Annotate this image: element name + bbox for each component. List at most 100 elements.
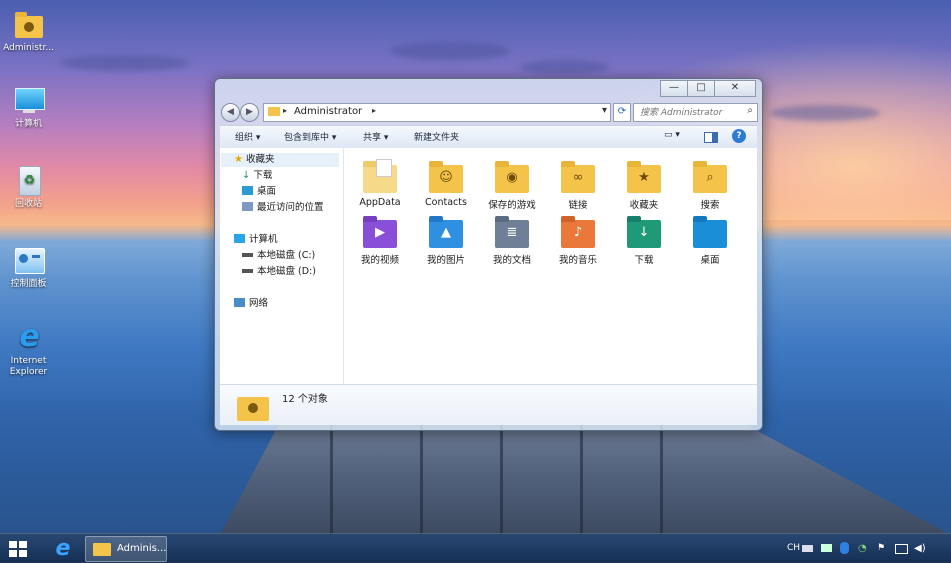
preview-pane-icon[interactable] [704, 132, 718, 143]
drive-icon [242, 269, 253, 273]
desktop-icon-control-panel[interactable]: 控制面板 [0, 246, 57, 290]
desktop-icon-computer[interactable]: 计算机 [0, 86, 57, 130]
list-item[interactable]: 桌面 [679, 216, 741, 266]
cloud [390, 42, 510, 60]
command-bar: 组织 ▾ 包含到库中 ▾ 共享 ▾ 新建文件夹 ▭ ▾ ? [220, 125, 757, 149]
nav-item-drive-d[interactable]: 本地磁盘 (D:) [242, 265, 316, 279]
breadcrumb-separator: ▸ [372, 106, 377, 115]
recent-places-icon [242, 202, 253, 211]
help-icon[interactable]: ? [732, 129, 746, 143]
new-folder-button[interactable]: 新建文件夹 [414, 130, 459, 143]
volume-icon[interactable]: ◀) [914, 543, 926, 554]
computer-icon [14, 88, 45, 110]
desktop-icon-recycle-bin[interactable]: ♻ 回收站 [0, 166, 57, 210]
main-pane: ★ 收藏夹 ↓ 下载 桌面 最近访问的位置 计算机 本地磁盘 (C:) 本地磁盘 (… [220, 148, 757, 384]
taskbar-item-label: Adminis... [117, 543, 167, 554]
list-item[interactable]: ≣ 我的文档 [481, 216, 543, 266]
address-row: ◀ ▶ ▸ Administrator ▸ ▾ ⟳ ⌕ [221, 102, 758, 122]
cloud [520, 60, 610, 74]
list-item[interactable]: ◉ 保存的游戏 [481, 161, 543, 211]
breadcrumb-administrator[interactable]: Administrator [294, 106, 362, 117]
organize-button[interactable]: 组织 ▾ [235, 130, 260, 143]
list-item[interactable]: ∞ 链接 [547, 161, 609, 211]
contacts-folder-icon: ☺ [429, 161, 463, 193]
desktop-icon-label: 控制面板 [10, 279, 47, 289]
close-button[interactable]: ✕ [714, 80, 756, 97]
search-icon[interactable]: ⌕ [747, 105, 753, 116]
nav-item-label: 网络 [249, 298, 269, 309]
favorites-folder-icon: ★ [627, 161, 661, 193]
pictures-folder-icon: ▲ [429, 216, 463, 248]
pier-plank-line [420, 425, 423, 535]
folder-icon [93, 543, 111, 556]
internet-explorer-icon: e [19, 319, 40, 354]
pier-plank-line [660, 425, 663, 535]
address-bar[interactable]: ▸ Administrator ▸ ▾ [263, 103, 611, 122]
start-button[interactable] [9, 541, 27, 557]
item-label: 我的视频 [360, 255, 399, 266]
nav-item-label: 桌面 [257, 186, 277, 197]
network-tray-icon[interactable]: ◔ [858, 543, 867, 554]
refresh-icon[interactable]: ⟳ [613, 103, 631, 122]
saved-games-folder-icon: ◉ [495, 161, 529, 193]
user-folder-icon [237, 397, 269, 421]
cloud [60, 55, 190, 71]
searches-folder-icon: ⌕ [693, 161, 727, 193]
display-icon[interactable] [895, 544, 908, 554]
minimize-button[interactable]: — [660, 80, 688, 97]
forward-button[interactable]: ▶ [240, 103, 259, 122]
nav-item-downloads[interactable]: ↓ 下载 [242, 169, 272, 183]
download-icon: ↓ [242, 170, 251, 181]
keyboard-icon[interactable] [802, 545, 813, 552]
taskbar-item-explorer[interactable]: Adminis... [85, 536, 167, 562]
nav-item-desktop[interactable]: 桌面 [242, 185, 276, 199]
address-dropdown-icon[interactable]: ▾ [602, 105, 607, 116]
nav-item-computer[interactable]: 计算机 [234, 233, 278, 247]
desktop-icon [242, 186, 253, 195]
nav-item-recent-places[interactable]: 最近访问的位置 [242, 201, 324, 215]
list-item[interactable]: ⌕ 搜索 [679, 161, 741, 211]
item-label: 我的文档 [492, 255, 531, 266]
item-label: Contacts [425, 197, 467, 208]
search-input[interactable] [638, 104, 742, 121]
nav-item-network[interactable]: 网络 [234, 297, 268, 311]
internet-explorer-icon[interactable]: e [50, 537, 76, 561]
maximize-button[interactable]: □ [687, 80, 715, 97]
nav-item-label: 本地磁盘 (C:) [257, 250, 316, 261]
include-in-library-button[interactable]: 包含到库中 ▾ [284, 130, 336, 143]
desktop-icon-internet-explorer[interactable]: e Internet Explorer [0, 319, 57, 378]
breadcrumb-separator: ▸ [283, 106, 288, 115]
list-item[interactable]: ☺ Contacts [415, 161, 477, 208]
taskbar: e Adminis... CH ◔ ⚑ ◀) [0, 533, 951, 563]
item-label: 我的音乐 [558, 255, 597, 266]
folder-icon [268, 107, 280, 116]
list-item[interactable]: ▶ 我的视频 [349, 216, 411, 266]
item-label: 桌面 [700, 255, 720, 266]
list-item[interactable]: ▲ 我的图片 [415, 216, 477, 266]
search-box[interactable]: ⌕ [633, 103, 758, 122]
list-item[interactable]: ★ 收藏夹 [613, 161, 675, 211]
share-button[interactable]: 共享 ▾ [363, 130, 388, 143]
item-label: AppData [359, 197, 401, 208]
item-label: 搜索 [700, 200, 720, 211]
list-item[interactable]: ↓ 下载 [613, 216, 675, 266]
pier-plank-line [580, 425, 583, 535]
back-button[interactable]: ◀ [221, 103, 240, 122]
bluetooth-icon[interactable] [840, 542, 849, 554]
list-item[interactable]: ♪ 我的音乐 [547, 216, 609, 266]
list-item[interactable]: AppData [349, 159, 411, 208]
pier-plank-line [500, 425, 503, 535]
desktop-icon-administrator[interactable]: Administr... [0, 10, 57, 54]
item-label: 下载 [634, 255, 654, 266]
view-options-icon[interactable]: ▭ ▾ [664, 130, 680, 140]
flag-icon[interactable]: ⚑ [877, 543, 885, 553]
network-icon [234, 298, 245, 307]
printer-icon[interactable] [821, 544, 832, 552]
nav-item-favorites[interactable]: ★ 收藏夹 [234, 153, 274, 167]
documents-folder-icon: ≣ [495, 216, 529, 248]
explorer-window[interactable]: — □ ✕ ◀ ▶ ▸ Administrator ▸ ▾ ⟳ ⌕ 组织 ▾ 包… [214, 78, 763, 431]
nav-item-drive-c[interactable]: 本地磁盘 (C:) [242, 249, 315, 263]
computer-icon [234, 234, 245, 243]
nav-item-label: 本地磁盘 (D:) [257, 266, 316, 277]
language-indicator[interactable]: CH [787, 543, 800, 553]
